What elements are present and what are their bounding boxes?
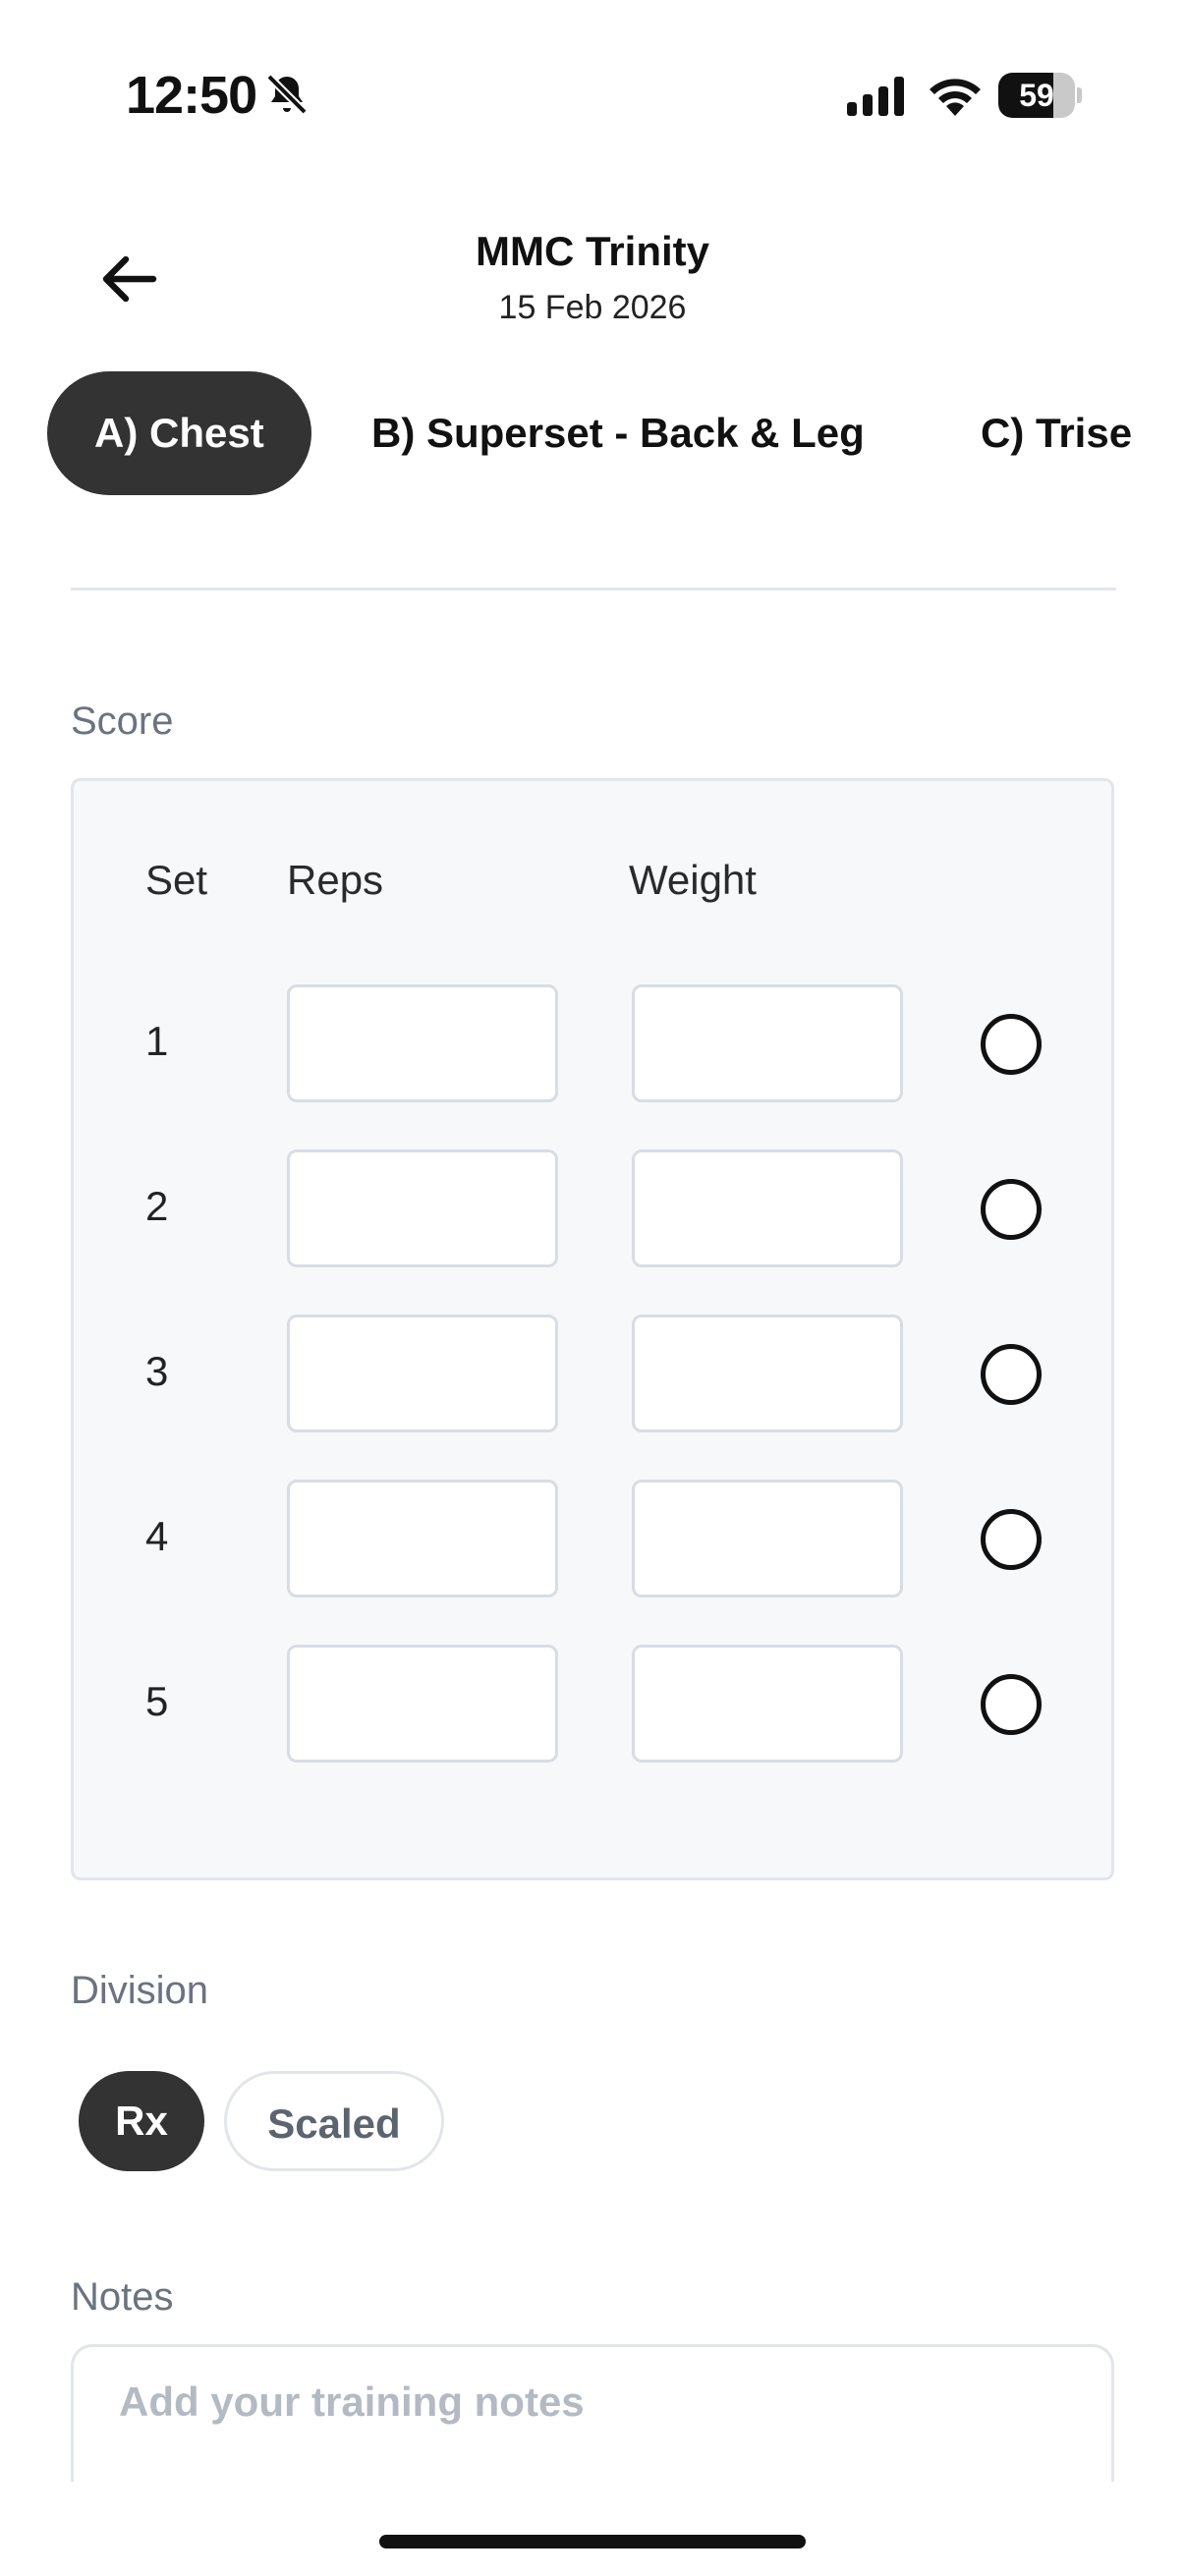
division-scaled-button[interactable]: Scaled <box>224 2071 444 2171</box>
weight-input-wrapper <box>632 984 903 1102</box>
set-number: 3 <box>145 1348 169 1394</box>
reps-input-wrapper <box>287 984 558 1102</box>
bell-slash-icon <box>266 74 308 115</box>
tab-superset-back-leg[interactable]: B) Superset - Back & Leg <box>371 371 865 495</box>
column-header-reps: Reps <box>287 857 384 903</box>
page-date: 15 Feb 2026 <box>498 289 687 326</box>
set-complete-checkbox[interactable] <box>981 1344 1042 1405</box>
set-complete-checkbox[interactable] <box>981 1674 1042 1735</box>
weight-input-wrapper <box>632 1315 903 1432</box>
set-number: 2 <box>145 1183 169 1229</box>
weight-input-wrapper <box>632 1645 903 1763</box>
weight-input[interactable] <box>635 1317 900 1429</box>
weight-input[interactable] <box>635 987 900 1099</box>
home-indicator <box>379 2535 806 2548</box>
score-card <box>71 778 1114 1880</box>
set-complete-checkbox[interactable] <box>981 1014 1042 1075</box>
reps-input[interactable] <box>290 1483 555 1595</box>
score-label: Score <box>71 700 174 743</box>
wifi-icon <box>930 79 981 116</box>
reps-input-wrapper <box>287 1315 558 1432</box>
notes-field-wrapper <box>71 2344 1114 2482</box>
battery-level-text: 59 <box>1019 78 1054 113</box>
reps-input-wrapper <box>287 1149 558 1267</box>
notes-input[interactable] <box>74 2347 1111 2482</box>
reps-input[interactable] <box>290 1317 555 1429</box>
divider <box>71 588 1116 590</box>
weight-input[interactable] <box>635 1483 900 1595</box>
reps-input[interactable] <box>290 987 555 1099</box>
page-title: MMC Trinity <box>476 228 709 274</box>
set-number: 5 <box>145 1678 169 1724</box>
signal-icon <box>847 77 904 116</box>
reps-input-wrapper <box>287 1480 558 1597</box>
column-header-weight: Weight <box>629 857 757 903</box>
reps-input[interactable] <box>290 1152 555 1264</box>
tab-chest[interactable]: A) Chest <box>47 371 311 495</box>
notes-label: Notes <box>71 2275 174 2319</box>
set-number: 4 <box>145 1513 169 1559</box>
tab-trise[interactable]: C) Trise <box>981 371 1132 495</box>
status-time: 12:50 <box>126 66 257 125</box>
reps-input[interactable] <box>290 1648 555 1760</box>
set-complete-checkbox[interactable] <box>981 1509 1042 1570</box>
set-number: 1 <box>145 1018 169 1064</box>
weight-input-wrapper <box>632 1149 903 1267</box>
set-complete-checkbox[interactable] <box>981 1179 1042 1240</box>
battery-indicator: 59 <box>998 73 1082 118</box>
weight-input[interactable] <box>635 1152 900 1264</box>
reps-input-wrapper <box>287 1645 558 1763</box>
weight-input[interactable] <box>635 1648 900 1760</box>
weight-input-wrapper <box>632 1480 903 1597</box>
division-label: Division <box>71 1969 209 2012</box>
division-rx-button[interactable]: Rx <box>79 2071 204 2171</box>
column-header-set: Set <box>145 857 208 903</box>
